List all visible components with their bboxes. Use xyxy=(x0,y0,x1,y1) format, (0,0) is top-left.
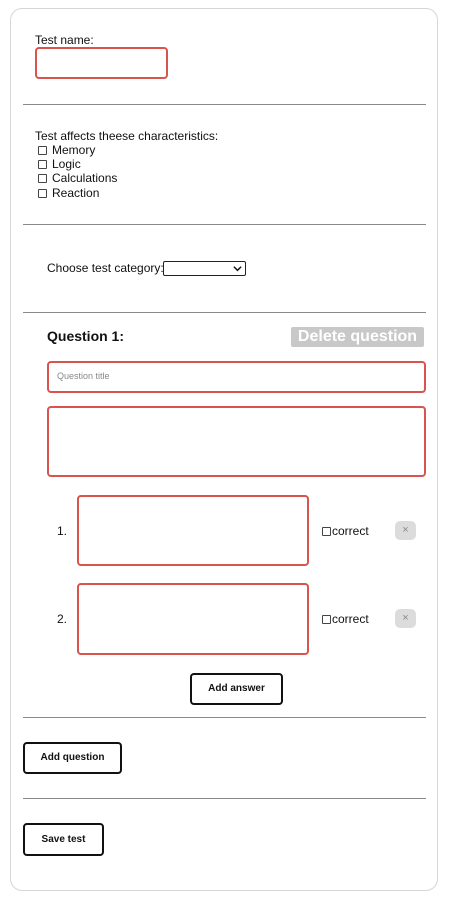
add-answer-button[interactable]: Add answer xyxy=(190,673,283,705)
question-title-input[interactable]: Question title xyxy=(47,361,426,393)
answer-correct-toggle[interactable]: correct xyxy=(322,612,369,626)
close-icon: × xyxy=(402,612,409,624)
question-title-placeholder: Question title xyxy=(57,371,110,381)
characteristic-memory[interactable]: Memory xyxy=(38,143,95,157)
characteristics-label: Test affects theese characteristics: xyxy=(35,129,219,143)
memory-label: Memory xyxy=(52,143,96,157)
answer-number: 2. xyxy=(57,612,68,626)
category-select[interactable] xyxy=(163,261,246,276)
characteristic-logic[interactable]: Logic xyxy=(38,157,81,171)
calculations-label: Calculations xyxy=(52,171,118,185)
divider xyxy=(23,104,426,105)
question-text-area[interactable] xyxy=(47,406,426,477)
reaction-checkbox[interactable] xyxy=(38,189,47,199)
correct-checkbox[interactable] xyxy=(322,527,331,537)
answer-correct-toggle[interactable]: correct xyxy=(322,524,369,538)
remove-answer-button[interactable]: × xyxy=(395,609,416,628)
question-heading: Question 1: xyxy=(47,328,125,344)
characteristic-calculations[interactable]: Calculations xyxy=(38,171,117,185)
save-test-button[interactable]: Save test xyxy=(23,823,104,856)
test-name-input[interactable] xyxy=(35,47,168,79)
divider xyxy=(23,312,426,313)
calculations-checkbox[interactable] xyxy=(38,174,47,184)
answer-text-area[interactable] xyxy=(77,495,309,566)
logic-checkbox[interactable] xyxy=(38,160,47,170)
reaction-label: Reaction xyxy=(52,186,100,200)
divider xyxy=(23,798,426,799)
logic-label: Logic xyxy=(52,157,81,171)
divider xyxy=(23,717,426,718)
correct-label: correct xyxy=(332,612,369,626)
correct-checkbox[interactable] xyxy=(322,615,331,625)
divider xyxy=(23,224,426,225)
answer-number: 1. xyxy=(57,524,68,538)
category-label: Choose test category: xyxy=(47,261,164,275)
remove-answer-button[interactable]: × xyxy=(395,521,416,540)
chevron-down-icon xyxy=(233,266,242,272)
memory-checkbox[interactable] xyxy=(38,146,47,156)
test-name-label: Test name: xyxy=(35,33,94,47)
correct-label: correct xyxy=(332,524,369,538)
characteristic-reaction[interactable]: Reaction xyxy=(38,186,99,200)
delete-question-button[interactable]: Delete question xyxy=(291,327,424,347)
answer-text-area[interactable] xyxy=(77,583,309,655)
close-icon: × xyxy=(402,524,409,536)
add-question-button[interactable]: Add question xyxy=(23,742,122,774)
